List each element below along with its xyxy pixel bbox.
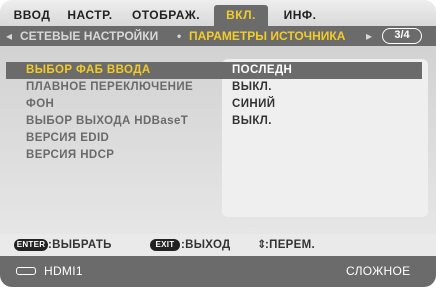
tab-display[interactable]: ОТОБРАЖ. bbox=[128, 5, 204, 26]
settings-panel: ВЫБОР ФАБ ВВОДА ПОСЛЕДН ПЛАВНОЕ ПЕРЕКЛЮЧ… bbox=[0, 46, 436, 234]
menu-row-value: ВЫКЛ. bbox=[232, 115, 272, 127]
menu-row-label: ВЕРСИЯ EDID bbox=[26, 132, 110, 144]
right-arrow-icon[interactable]: ▸ bbox=[366, 26, 372, 46]
subtab-bar: ◂ СЕТЕВЫЕ НАСТРОЙКИ • ПАРАМЕТРЫ ИСТОЧНИК… bbox=[0, 26, 436, 46]
hdmi-connector-icon bbox=[16, 267, 36, 275]
page-indicator: 3/4 bbox=[382, 28, 422, 44]
menu-row-label: ВЕРСИЯ HDCP bbox=[26, 149, 115, 161]
menu-row-background[interactable]: ФОН СИНИЙ bbox=[6, 96, 422, 113]
subtab-network-settings[interactable]: СЕТЕВЫЕ НАСТРОЙКИ bbox=[20, 26, 158, 46]
menu-row-value: ПОСЛЕДН bbox=[232, 64, 293, 76]
tab-info[interactable]: ИНФ. bbox=[278, 5, 322, 26]
menu-row-hdcp-version[interactable]: ВЕРСИЯ HDCP bbox=[6, 147, 422, 164]
subtab-source-options[interactable]: ПАРАМЕТРЫ ИСТОЧНИКА bbox=[189, 26, 345, 46]
current-input-label: HDMI1 bbox=[44, 264, 83, 278]
menu-row-edid-version[interactable]: ВЕРСИЯ EDID bbox=[6, 130, 422, 147]
menu-row-label: ФОН bbox=[26, 98, 55, 110]
move-help-text: :ПЕРЕМ. bbox=[265, 239, 315, 251]
subtab-separator: • bbox=[177, 29, 182, 43]
menu-row-label: ВЫБОР ФАБ ВВОДА bbox=[26, 64, 151, 76]
status-bar: HDMI1 СЛОЖНОЕ bbox=[0, 256, 436, 287]
osd-menu: ВВОД НАСТР. ОТОБРАЖ. ВКЛ. ИНФ. ◂ СЕТЕВЫЕ… bbox=[0, 0, 436, 287]
enter-key-icon: ENTER bbox=[14, 239, 48, 251]
tab-on[interactable]: ВКЛ. bbox=[214, 5, 268, 26]
menu-tab-bar: ВВОД НАСТР. ОТОБРАЖ. ВКЛ. ИНФ. bbox=[0, 0, 436, 26]
menu-row-hdbaset-output[interactable]: ВЫБОР ВЫХОДА HDBaseT ВЫКЛ. bbox=[6, 113, 422, 130]
left-arrow-icon[interactable]: ◂ bbox=[6, 26, 12, 46]
help-bar: ENTER :ВЫБРАТЬ EXIT :ВЫХОД ⇕ :ПЕРЕМ. bbox=[0, 234, 436, 256]
menu-row-label: ВЫБОР ВЫХОДА HDBaseT bbox=[26, 115, 189, 127]
exit-key-icon: EXIT bbox=[150, 239, 180, 251]
exit-help-text: :ВЫХОД bbox=[181, 239, 231, 251]
menu-mode-label: СЛОЖНОЕ bbox=[346, 264, 411, 278]
enter-help-text: :ВЫБРАТЬ bbox=[48, 239, 112, 251]
menu-row-value: ВЫКЛ. bbox=[232, 81, 272, 93]
menu-row-seamless-switching[interactable]: ПЛАВНОЕ ПЕРЕКЛЮЧЕНИЕ ВЫКЛ. bbox=[6, 79, 422, 96]
menu-row-default-input-select[interactable]: ВЫБОР ФАБ ВВОДА ПОСЛЕДН bbox=[6, 62, 422, 79]
tab-input[interactable]: ВВОД bbox=[12, 5, 52, 26]
tab-setup[interactable]: НАСТР. bbox=[62, 5, 118, 26]
menu-row-value: СИНИЙ bbox=[232, 98, 276, 110]
menu-row-label: ПЛАВНОЕ ПЕРЕКЛЮЧЕНИЕ bbox=[26, 81, 194, 93]
